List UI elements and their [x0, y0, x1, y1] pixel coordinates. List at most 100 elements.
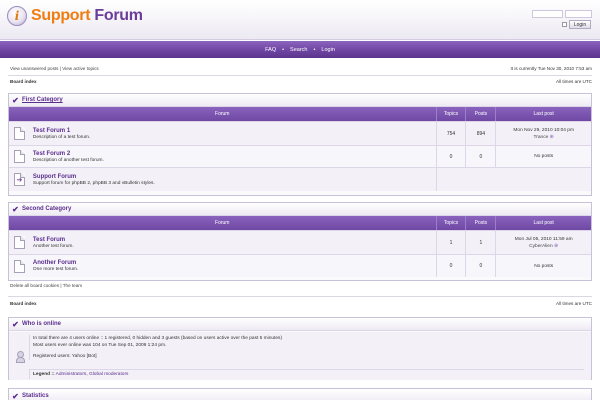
last-post-date: No posts: [534, 154, 554, 159]
last-post-cell: Mon Jul 05, 2010 11:59 am CyberAlien ⊕: [495, 231, 591, 254]
last-post-cell: No posts: [495, 255, 591, 277]
category-header: ✔ Second Category: [9, 203, 591, 216]
main-nav: FAQ • Search • Login: [0, 41, 600, 58]
logo-support: Support: [31, 7, 91, 24]
checkmark-icon: ✔: [12, 391, 19, 400]
logo-text: Support Forum: [31, 7, 143, 25]
remember-me-checkbox[interactable]: [562, 22, 567, 27]
who-is-online-header: ✔ Who is online: [9, 318, 591, 331]
registered-users: Registered users: Yahoo [Bot]: [33, 354, 97, 359]
legend-label: Legend ::: [33, 372, 55, 377]
forum-name-link[interactable]: Test Forum 1: [33, 127, 436, 135]
nav-login[interactable]: Login: [321, 47, 334, 53]
col-last-post: Last post: [495, 107, 591, 121]
last-post-author-link[interactable]: Trance: [534, 135, 549, 140]
view-latest-post-icon[interactable]: ⊕: [550, 134, 554, 140]
nav-search[interactable]: Search: [290, 47, 307, 53]
statistics-panel-header: ✔ Statistics: [8, 388, 592, 400]
last-post-date: No posts: [534, 263, 554, 269]
online-total: In total there are 4 users online :: 1 r…: [33, 336, 283, 341]
link-delete-cookies[interactable]: Delete all board cookies: [10, 283, 59, 288]
legend-groups[interactable]: Administrators, Global moderators: [56, 372, 129, 377]
link-separator: |: [60, 283, 62, 288]
last-post-author-link[interactable]: CyberAlien: [529, 244, 552, 249]
forum-table-header: Forum Topics Posts Last post: [9, 107, 591, 121]
forum-description: One more test forum.: [32, 267, 79, 272]
forum-read-icon: [14, 259, 26, 273]
statistics-title: Statistics: [22, 393, 49, 399]
col-topics: Topics: [435, 107, 466, 121]
nav-separator: •: [282, 46, 285, 53]
nav-separator: •: [313, 46, 316, 53]
posts-count: 894: [465, 122, 495, 145]
group-legend: Legend :: Administrators, Global moderat…: [29, 369, 584, 379]
forum-row: ➔ Support Forum Support forum for phpBB …: [9, 167, 591, 191]
timezone-note: All times are UTC: [556, 78, 592, 84]
checkmark-icon: ✔: [12, 204, 19, 214]
forum-name-link[interactable]: Test Forum 2: [33, 150, 436, 158]
who-is-online-panel: ✔ Who is online In total there are 4 use…: [8, 317, 592, 380]
redirect-arrow-icon: ➔: [16, 177, 23, 184]
category-first: ✔ First Category Forum Topics Posts Last…: [8, 93, 592, 196]
site-logo[interactable]: i Support Forum: [7, 6, 143, 26]
forum-description: Description of a test forum.: [32, 134, 91, 140]
forum-row: Test Forum Another test forum. 1 1 Mon J…: [9, 230, 591, 254]
quick-links: View unanswered posts | View active topi…: [10, 66, 99, 71]
nav-faq[interactable]: FAQ: [265, 47, 276, 53]
forum-name-link[interactable]: Test Forum: [33, 236, 436, 244]
last-post-date: Mon Jul 05, 2010 11:59 am: [514, 236, 573, 242]
forum-name-link[interactable]: Another Forum: [33, 259, 436, 267]
category-second: ✔ Second Category Forum Topics Posts Las…: [8, 202, 592, 281]
timezone-note: All times are UTC: [556, 300, 592, 306]
last-post-cell: Mon Nov 29, 2010 10:04 pm Trance ⊕: [495, 122, 591, 145]
topics-count: 1: [435, 231, 466, 254]
logo-forum: Forum: [94, 7, 143, 24]
topics-count: 754: [435, 122, 466, 145]
divider: [8, 75, 592, 76]
link-the-team[interactable]: The team: [63, 283, 82, 288]
link-active-topics[interactable]: View active topics: [62, 66, 98, 71]
divider: [8, 296, 592, 297]
forum-read-icon: [14, 127, 26, 140]
posts-count: 1: [465, 231, 495, 254]
who-is-online-title[interactable]: Who is online: [22, 321, 61, 327]
checkmark-icon: ✔: [12, 95, 19, 105]
forum-description: Description of another test forum.: [32, 157, 104, 163]
posts-count: 0: [465, 146, 495, 167]
col-last-post: Last post: [495, 216, 591, 230]
username-input[interactable]: [532, 10, 563, 18]
forum-description: Support forum for phpBB 2, phpBB 3 and v…: [32, 180, 155, 186]
current-time: It is currently Tue Nov 30, 2010 7:53 am: [510, 66, 592, 71]
view-latest-post-icon[interactable]: ⊕: [554, 243, 558, 249]
checkmark-icon: ✔: [12, 319, 19, 329]
forum-table-header: Forum Topics Posts Last post: [9, 216, 591, 230]
forum-description: Another test forum.: [32, 243, 74, 249]
forum-row: Test Forum 1 Description of a test forum…: [9, 121, 591, 145]
password-input[interactable]: [565, 10, 592, 18]
category-header: ✔ First Category: [9, 94, 591, 107]
forum-read-icon: [14, 236, 26, 249]
login-button[interactable]: Login: [569, 20, 591, 29]
online-record: Most users ever online was 104 on Tue Se…: [33, 343, 167, 348]
last-post-cell: No posts: [495, 146, 591, 167]
info-logo-icon: i: [7, 6, 27, 26]
col-posts: Posts: [465, 107, 495, 121]
link-unanswered-posts[interactable]: View unanswered posts: [10, 66, 58, 71]
forum-name-link[interactable]: Support Forum: [33, 173, 436, 181]
col-forum: Forum: [215, 220, 230, 226]
topics-count: 0: [435, 255, 466, 277]
category-title-link[interactable]: First Category: [22, 97, 63, 103]
online-stats: In total there are 4 users online :: 1 r…: [29, 335, 584, 360]
users-icon: [16, 351, 25, 364]
breadcrumb-board-index[interactable]: Board index: [10, 77, 37, 85]
forum-row: Another Forum One more test forum. 0 0 N…: [9, 254, 591, 277]
col-forum: Forum: [215, 111, 230, 117]
category-title-link[interactable]: Second Category: [22, 206, 71, 212]
last-post-date: Mon Nov 29, 2010 10:04 pm: [513, 127, 574, 133]
forum-row: Test Forum 2 Description of another test…: [9, 145, 591, 167]
bottom-links: Delete all board cookies | The team: [10, 283, 82, 288]
breadcrumb-board-index[interactable]: Board index: [10, 299, 37, 307]
topics-count: 0: [435, 146, 466, 167]
forum-link-icon: ➔: [14, 173, 26, 186]
posts-count: 0: [465, 255, 495, 277]
